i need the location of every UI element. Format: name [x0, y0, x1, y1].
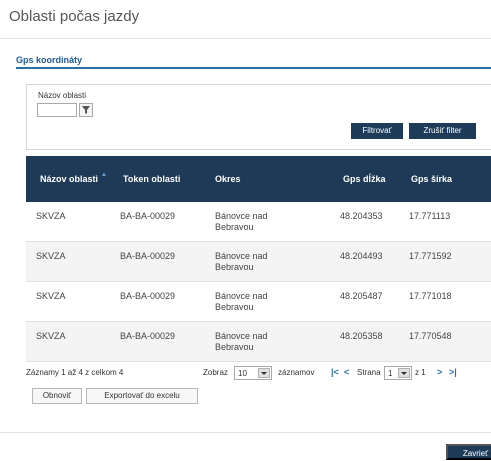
cell-district: Bánovce nad Bebravou — [215, 291, 268, 312]
refresh-button[interactable]: Obnoviť — [32, 388, 82, 404]
table-row[interactable]: SKVZA BA-BA-00029 Bánovce nad Bebravou 4… — [26, 202, 491, 242]
data-grid: Názov oblasti ▲ Token oblasti Okres Gps … — [26, 156, 491, 362]
grid-header: Názov oblasti ▲ Token oblasti Okres Gps … — [26, 156, 491, 202]
filter-button[interactable]: Filtrovať — [351, 123, 403, 139]
page-select[interactable]: 1 — [384, 366, 412, 380]
last-page-icon[interactable]: >| — [449, 367, 457, 377]
first-page-icon[interactable]: |< — [331, 367, 339, 377]
cell-token: BA-BA-00029 — [120, 251, 176, 261]
table-row[interactable]: SKVZA BA-BA-00029 Bánovce nad Bebravou 4… — [26, 322, 491, 362]
cell-gps-width: 17.771018 — [409, 291, 452, 301]
column-header-label: Názov oblasti — [40, 174, 99, 184]
table-row[interactable]: SKVZA BA-BA-00029 Bánovce nad Bebravou 4… — [26, 242, 491, 282]
column-header-name[interactable]: Názov oblasti — [40, 156, 100, 202]
cell-gps-width: 17.770548 — [409, 331, 452, 341]
page-title: Oblasti počas jazdy — [9, 8, 140, 25]
divider — [0, 38, 491, 39]
close-button[interactable]: Zavrieť — [446, 444, 491, 460]
cell-gps-length: 48.204353 — [340, 211, 383, 221]
page-size-select[interactable]: 10 — [234, 366, 272, 380]
cell-gps-width: 17.771113 — [409, 211, 451, 221]
cell-token: BA-BA-00029 — [120, 291, 176, 301]
cell-name: SKVZA — [36, 211, 66, 221]
page-size-value: 10 — [238, 369, 247, 378]
filter-label: Názov oblasti — [38, 91, 87, 100]
section-title: Gps koordináty — [16, 55, 83, 65]
column-header-district[interactable]: Okres — [215, 156, 241, 202]
records-label: záznamov — [278, 368, 315, 377]
column-header-token[interactable]: Token oblasti — [123, 156, 180, 202]
cell-gps-width: 17.771592 — [409, 251, 452, 261]
column-header-gps-width[interactable]: Gps šírka — [411, 156, 452, 202]
cell-district: Bánovce nad Bebravou — [215, 251, 268, 272]
prev-page-icon[interactable]: < — [344, 367, 349, 377]
clear-filter-button[interactable]: Zrušiť filter — [409, 123, 476, 139]
next-page-icon[interactable]: > — [437, 367, 442, 377]
divider — [0, 432, 491, 433]
column-header-label: Gps dĺžka — [343, 174, 386, 184]
cell-gps-length: 48.204493 — [340, 251, 383, 261]
cell-district: Bánovce nad Bebravou — [215, 331, 268, 352]
chevron-down-icon[interactable] — [258, 368, 270, 378]
column-header-label: Token oblasti — [123, 174, 181, 184]
column-header-label: Gps šírka — [411, 174, 453, 184]
funnel-icon[interactable] — [79, 103, 93, 117]
filter-panel: Názov oblasti Filtrovať Zrušiť filter — [26, 84, 491, 150]
cell-district: Bánovce nad Bebravou — [215, 211, 268, 232]
column-header-label: Okres — [215, 174, 241, 184]
export-excel-button[interactable]: Exportovať do excelu — [86, 388, 198, 404]
area-name-filter-input[interactable] — [37, 103, 77, 117]
section-underline — [16, 67, 491, 69]
column-header-gps-length[interactable]: Gps dĺžka — [343, 156, 386, 202]
cell-token: BA-BA-00029 — [120, 211, 176, 221]
current-page-value: 1 — [388, 369, 393, 378]
chevron-down-icon[interactable] — [398, 368, 410, 378]
sort-asc-icon: ▲ — [101, 172, 107, 178]
show-label: Zobraz — [203, 368, 228, 377]
cell-gps-length: 48.205487 — [340, 291, 383, 301]
cell-name: SKVZA — [36, 331, 66, 341]
cell-name: SKVZA — [36, 251, 66, 261]
page-label: Strana — [357, 368, 381, 377]
page-count: z 1 — [415, 368, 426, 377]
pager: Záznamy 1 až 4 z celkom 4 Zobraz 10 zázn… — [26, 366, 491, 382]
cell-token: BA-BA-00029 — [120, 331, 176, 341]
records-info: Záznamy 1 až 4 z celkom 4 — [26, 368, 124, 377]
cell-name: SKVZA — [36, 291, 66, 301]
cell-gps-length: 48.205358 — [340, 331, 383, 341]
table-row[interactable]: SKVZA BA-BA-00029 Bánovce nad Bebravou 4… — [26, 282, 491, 322]
